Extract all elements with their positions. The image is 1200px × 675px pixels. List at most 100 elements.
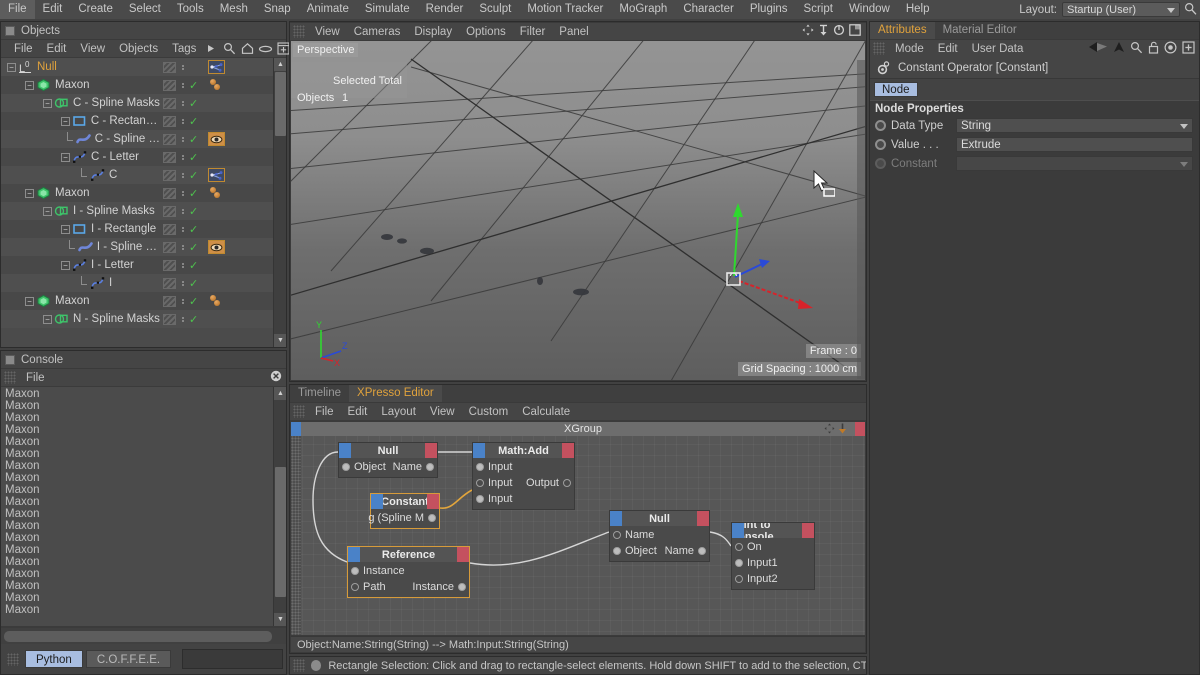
scrollbar-thumb[interactable] (275, 72, 286, 136)
xpresso-node[interactable]: Math:Add Input Input Output Input (472, 442, 575, 510)
value-input[interactable]: Extrude (956, 137, 1193, 152)
menu-item-motion-tracker[interactable]: Motion Tracker (519, 0, 611, 19)
drag-grip-icon[interactable] (7, 652, 19, 666)
xpresso-input-port[interactable] (735, 543, 743, 551)
home-icon[interactable] (239, 41, 255, 57)
console-menu-file[interactable]: File (19, 369, 52, 387)
tab-attributes[interactable]: Attributes (870, 22, 935, 39)
extrude-icon[interactable] (36, 294, 51, 308)
xpresso-node-header[interactable]: Null (339, 443, 437, 458)
menu-item-file[interactable]: File (0, 0, 35, 19)
material-tag-icon[interactable] (208, 186, 223, 200)
node-output-port-block[interactable] (457, 547, 469, 562)
enabled-check-icon[interactable]: ✓ (189, 187, 199, 200)
layout-select[interactable]: Startup (User) (1062, 2, 1180, 17)
python-tab[interactable]: Python (25, 650, 83, 668)
spline-wrap-icon[interactable] (78, 240, 93, 254)
tree-expander-icon[interactable]: − (60, 116, 70, 126)
node-input-port-block[interactable] (371, 494, 383, 509)
layer-swatch-icon[interactable] (163, 97, 176, 109)
menu-item-mesh[interactable]: Mesh (212, 0, 256, 19)
spline-curve-icon[interactable] (72, 258, 87, 272)
object-tree-row[interactable]: − Maxon ✓ (1, 292, 273, 310)
visibility-dots-icon[interactable] (179, 64, 186, 70)
object-tree-row[interactable]: I - Spline Wrap ✓ (1, 238, 273, 256)
menu-item-simulate[interactable]: Simulate (357, 0, 418, 19)
object-tree-row[interactable]: − Maxon ✓ (1, 184, 273, 202)
menu-item-plugins[interactable]: Plugins (742, 0, 796, 19)
xpresso-node[interactable]: Null Object Name (338, 442, 438, 478)
enabled-check-icon[interactable]: ✓ (189, 205, 199, 218)
collapse-icon[interactable] (838, 423, 847, 437)
object-tree-row[interactable]: − L 0 Null (1, 58, 273, 76)
objects-menu-tags[interactable]: Tags (165, 40, 203, 58)
lock-icon[interactable] (1148, 41, 1159, 57)
scrollbar-thumb[interactable] (275, 467, 286, 597)
object-tree-row[interactable]: C - Spline Wrap ✓ (1, 130, 273, 148)
menu-item-character[interactable]: Character (675, 0, 742, 19)
enabled-check-icon[interactable]: ✓ (189, 79, 199, 92)
visibility-dots-icon[interactable] (179, 100, 186, 106)
radio-icon[interactable] (875, 139, 886, 150)
layer-swatch-icon[interactable] (163, 295, 176, 307)
xpresso-node[interactable]: Constant g (Spline M (368, 493, 440, 529)
object-tree-row[interactable]: − C - Spline Masks ✓ (1, 94, 273, 112)
node-input-port-block[interactable] (473, 443, 485, 458)
tree-expander-icon[interactable]: − (43, 314, 52, 324)
layer-swatch-icon[interactable] (163, 205, 176, 217)
object-tree-row[interactable]: − I - Spline Masks ✓ (1, 202, 273, 220)
display-tag-icon[interactable] (208, 132, 225, 146)
node-output-port-block[interactable] (562, 443, 574, 458)
menu-item-tools[interactable]: Tools (169, 0, 212, 19)
spline-curve-icon[interactable] (90, 276, 105, 290)
menu-item-script[interactable]: Script (796, 0, 841, 19)
xpresso-input-port[interactable] (735, 575, 743, 583)
xpresso-node[interactable]: Reference Instance Path Instance (347, 546, 470, 598)
radio-icon[interactable] (875, 120, 886, 131)
visibility-dots-icon[interactable] (179, 118, 186, 124)
xpresso-menu-view[interactable]: View (423, 403, 462, 421)
xpresso-node-header[interactable]: Reference (348, 547, 469, 562)
console-hscrollbar[interactable] (1, 628, 286, 644)
viewport-menu-filter[interactable]: Filter (513, 23, 553, 41)
visibility-dots-icon[interactable] (179, 280, 186, 286)
visibility-dots-icon[interactable] (179, 316, 186, 322)
xpresso-output-port[interactable] (426, 463, 434, 471)
viewport-menu-cameras[interactable]: Cameras (347, 23, 408, 41)
object-tree-row[interactable]: − C - Letter ✓ (1, 148, 273, 166)
enabled-check-icon[interactable]: ✓ (189, 97, 199, 110)
xpresso-input-port[interactable] (476, 495, 484, 503)
xpresso-menu-edit[interactable]: Edit (341, 403, 375, 421)
xpresso-node-header[interactable]: Constant (371, 494, 439, 509)
visibility-dots-icon[interactable] (179, 136, 186, 142)
layer-swatch-icon[interactable] (163, 151, 176, 163)
menu-item-animate[interactable]: Animate (299, 0, 357, 19)
scrollbar-thumb[interactable] (4, 630, 272, 642)
xpresso-output-port[interactable] (698, 547, 706, 555)
layer-swatch-icon[interactable] (163, 169, 176, 181)
up-arrow-icon[interactable] (1113, 41, 1125, 56)
search-icon[interactable] (1180, 2, 1200, 18)
xpresso-menu-calculate[interactable]: Calculate (515, 403, 577, 421)
tree-expander-icon[interactable]: − (25, 188, 34, 198)
layer-swatch-icon[interactable] (163, 115, 176, 127)
drag-grip-icon[interactable] (293, 25, 305, 38)
objects-menu-file[interactable]: File (7, 40, 40, 58)
extrude-icon[interactable] (36, 78, 51, 92)
close-icon[interactable] (270, 370, 286, 385)
add-icon[interactable] (1182, 40, 1195, 57)
viewport-menu-panel[interactable]: Panel (552, 23, 595, 41)
menu-item-select[interactable]: Select (121, 0, 169, 19)
point-cloud-tag-icon[interactable] (208, 168, 225, 182)
drag-grip-icon[interactable] (4, 371, 16, 384)
menu-item-snap[interactable]: Snap (256, 0, 299, 19)
menu-item-sculpt[interactable]: Sculpt (471, 0, 519, 19)
node-input-port-block[interactable] (339, 443, 351, 458)
attributes-menu-edit[interactable]: Edit (931, 40, 965, 58)
tree-expander-icon[interactable]: − (25, 296, 34, 306)
target-icon[interactable] (1164, 40, 1177, 57)
xpresso-node-header[interactable]: Print to console (732, 523, 814, 538)
xpresso-input-port[interactable] (613, 531, 621, 539)
xpresso-input-port[interactable] (613, 547, 621, 555)
tab-timeline[interactable]: Timeline (290, 385, 350, 402)
